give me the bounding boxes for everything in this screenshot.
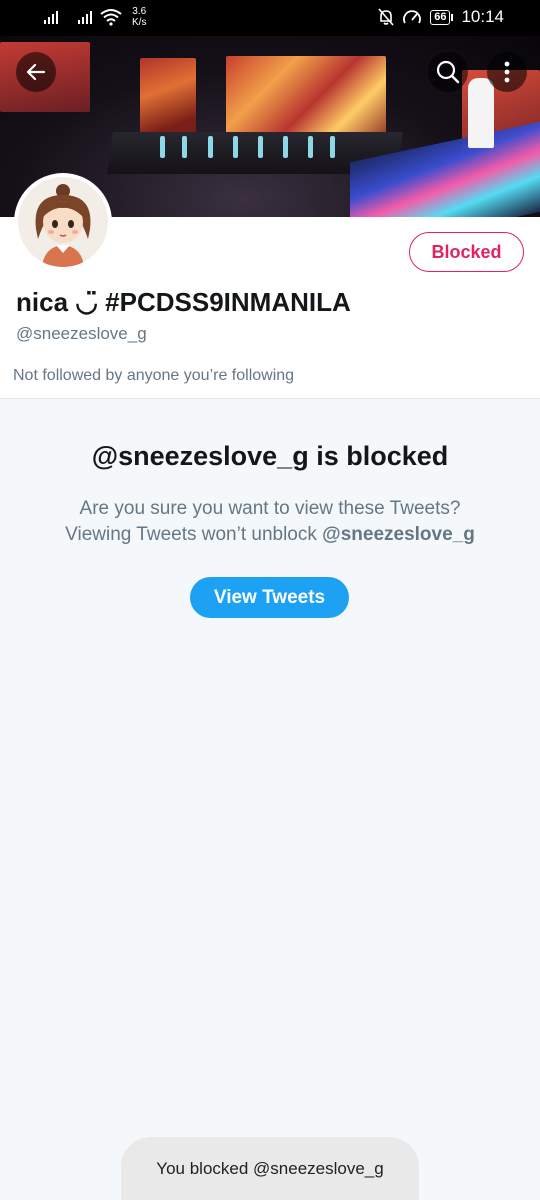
- speedometer-icon: [403, 10, 422, 24]
- more-vertical-icon: [504, 61, 510, 83]
- banner-performer: [208, 136, 213, 158]
- back-button[interactable]: [16, 52, 56, 92]
- banner-performer: [330, 136, 335, 158]
- search-button[interactable]: [428, 52, 468, 92]
- blocked-description-line2: Viewing Tweets won’t unblock @sneezeslov…: [0, 522, 540, 548]
- battery-level: 66: [430, 9, 451, 25]
- banner-person: [468, 78, 494, 148]
- banner-performer: [160, 136, 165, 158]
- display-name: nica ◡̈ #PCDSS9INMANILA: [16, 287, 351, 317]
- view-tweets-button[interactable]: View Tweets: [190, 577, 349, 618]
- banner-performer: [283, 136, 288, 158]
- blocked-button[interactable]: Blocked: [409, 232, 524, 272]
- clock: 10:14: [461, 7, 504, 26]
- signal-2-icon: [78, 10, 92, 24]
- blocked-description-handle: @sneezeslove_g: [322, 524, 475, 545]
- user-handle: @sneezeslove_g: [16, 324, 147, 343]
- blocked-description-prefix: Viewing Tweets won’t unblock: [65, 524, 323, 545]
- blocked-title: @sneezeslove_g is blocked: [91, 441, 449, 471]
- banner-performer: [182, 136, 187, 158]
- search-icon: [436, 60, 460, 84]
- more-options-button[interactable]: [487, 52, 527, 92]
- net-speed-unit: K/s: [132, 17, 147, 28]
- wifi-icon: [100, 9, 122, 26]
- status-right: 66 10:14: [378, 7, 504, 27]
- net-speed-value: 3.6: [132, 6, 147, 17]
- banner-performer: [233, 136, 238, 158]
- network-speed: 3.6 K/s: [132, 6, 146, 28]
- avatar[interactable]: [14, 173, 112, 271]
- banner-performer: [308, 136, 313, 158]
- battery-icon: 66: [430, 9, 454, 25]
- banner-screen-mid: [140, 58, 196, 138]
- banner-performer: [258, 136, 263, 158]
- blocked-description-line1: Are you sure you want to view these Twee…: [79, 498, 461, 519]
- toast-notification: You blocked @sneezeslove_g: [121, 1137, 419, 1200]
- arrow-left-icon: [26, 63, 46, 81]
- banner-screen-main: [226, 56, 386, 140]
- bell-off-icon: [378, 8, 394, 26]
- avatar-illustration: [18, 177, 108, 267]
- signal-1-icon: [44, 10, 58, 24]
- followers-you-know: Not followed by anyone you’re following: [13, 367, 295, 384]
- blocked-description: Are you sure you want to view these Twee…: [0, 496, 540, 548]
- status-left: 3.6 K/s: [44, 6, 146, 28]
- status-bar: 3.6 K/s 66 10:14: [0, 0, 540, 36]
